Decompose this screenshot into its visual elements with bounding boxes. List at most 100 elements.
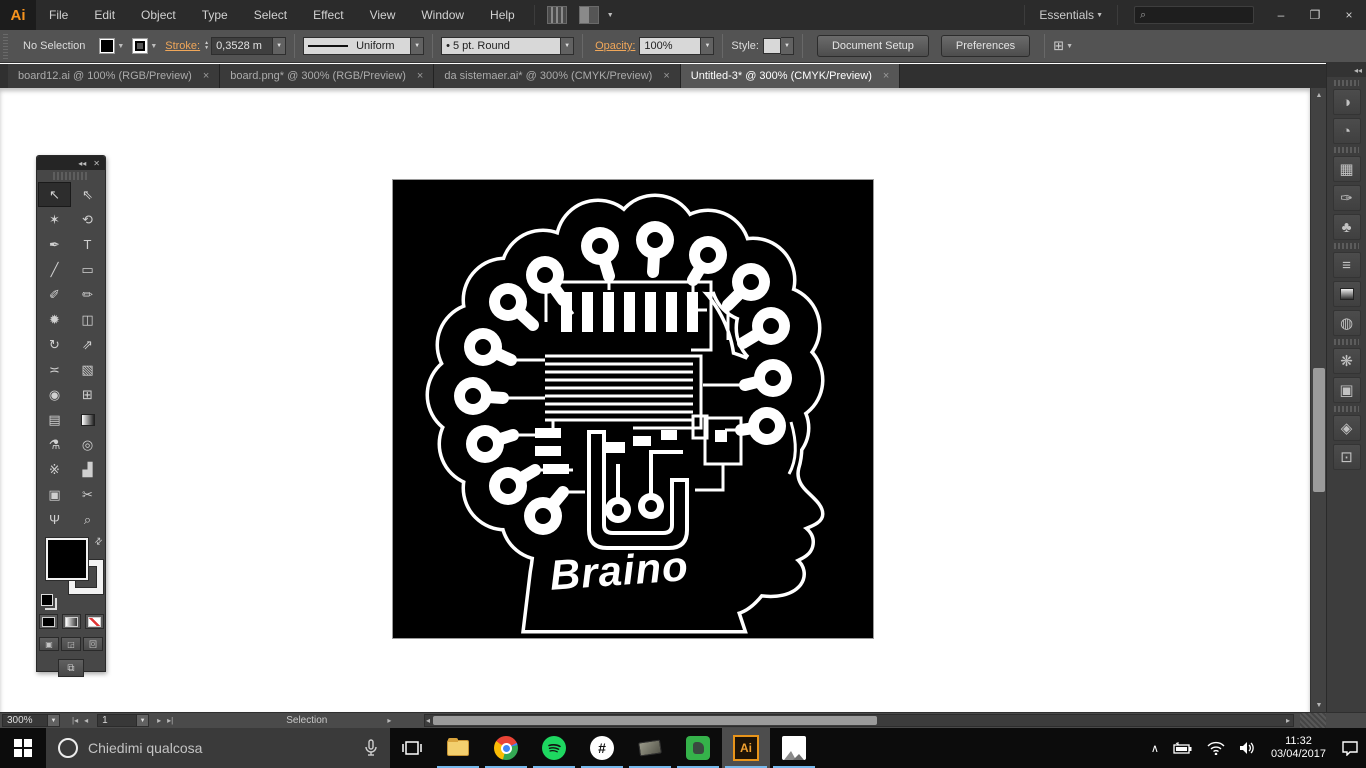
artboard-tool[interactable]: ▣ bbox=[38, 482, 71, 507]
first-artboard-button[interactable]: |◂ bbox=[72, 716, 78, 725]
zoom-dropdown[interactable]: ▼ bbox=[48, 714, 60, 727]
taskbar-app-evernote[interactable] bbox=[674, 728, 722, 768]
restore-button[interactable]: ❐ bbox=[1298, 4, 1332, 26]
color-button[interactable] bbox=[38, 614, 58, 629]
menu-file[interactable]: File bbox=[36, 0, 81, 30]
symbols-panel-icon[interactable]: ♣ bbox=[1332, 214, 1361, 240]
horizontal-scroll-thumb[interactable] bbox=[433, 716, 877, 725]
wifi-icon[interactable] bbox=[1200, 728, 1232, 768]
stroke-panel-link[interactable]: Stroke: bbox=[165, 40, 200, 52]
menu-view[interactable]: View bbox=[357, 0, 409, 30]
scale-tool[interactable]: ⇗ bbox=[71, 332, 104, 357]
menu-select[interactable]: Select bbox=[241, 0, 300, 30]
brush-definition-select[interactable]: • 5 pt. Round bbox=[441, 37, 562, 55]
fill-proxy-swatch[interactable] bbox=[46, 538, 88, 580]
shape-builder-tool[interactable]: ◉ bbox=[38, 382, 71, 407]
width-tool[interactable]: ≍ bbox=[38, 357, 71, 382]
color-guide-panel-icon[interactable]: ◔ bbox=[1332, 118, 1361, 144]
blob-brush-tool[interactable]: ✹ bbox=[38, 307, 71, 332]
start-button[interactable] bbox=[0, 728, 46, 768]
stroke-panel-icon[interactable]: ≡ bbox=[1332, 252, 1361, 278]
zoom-level-field[interactable]: 300% bbox=[2, 714, 48, 727]
gradient-tool[interactable] bbox=[71, 407, 104, 432]
status-pane-arrow[interactable]: ▸ bbox=[387, 716, 391, 725]
zoom-tool[interactable]: ⌕ bbox=[71, 507, 104, 532]
workspace-switcher[interactable]: Essentials ▼ bbox=[1039, 8, 1103, 22]
artboard-dropdown[interactable]: ▼ bbox=[137, 714, 150, 727]
style-dropdown[interactable]: ▼ bbox=[780, 37, 794, 55]
artboard-number-field[interactable]: 1 bbox=[97, 714, 138, 727]
draw-normal-button[interactable]: ▣ bbox=[39, 637, 59, 651]
opacity-field[interactable]: 100% bbox=[639, 37, 702, 55]
width-profile-select[interactable]: Uniform bbox=[303, 37, 412, 55]
battery-icon[interactable] bbox=[1166, 728, 1200, 768]
appearance-panel-icon[interactable]: ❋ bbox=[1332, 348, 1361, 374]
close-icon[interactable]: × bbox=[663, 70, 669, 82]
menu-object[interactable]: Object bbox=[128, 0, 189, 30]
taskbar-app-photos[interactable] bbox=[770, 728, 818, 768]
menu-type[interactable]: Type bbox=[189, 0, 241, 30]
screen-mode-button[interactable]: ⧉ bbox=[58, 659, 84, 677]
scroll-up-arrow[interactable]: ▲ bbox=[1311, 88, 1327, 102]
horizontal-scrollbar[interactable]: ◂ ▸ bbox=[424, 714, 1294, 727]
opacity-panel-link[interactable]: Opacity: bbox=[595, 40, 635, 52]
layers-panel-icon[interactable]: ◈ bbox=[1332, 415, 1361, 441]
align-glyphs-icon[interactable]: ⊞ bbox=[1053, 38, 1064, 54]
expand-panels-icon[interactable]: ◂◂ bbox=[1354, 66, 1362, 75]
mesh-tool[interactable]: ▤ bbox=[38, 407, 71, 432]
type-tool[interactable]: T bbox=[71, 232, 104, 257]
tab-board12[interactable]: board12.ai @ 100% (RGB/Preview) × bbox=[8, 64, 221, 88]
magic-wand-tool[interactable]: ✶ bbox=[38, 207, 71, 232]
tab-board-png[interactable]: board.png* @ 300% (RGB/Preview) × bbox=[220, 64, 435, 88]
line-segment-tool[interactable]: ╱ bbox=[38, 257, 71, 282]
free-transform-tool[interactable]: ▧ bbox=[71, 357, 104, 382]
taskbar-app-utility[interactable] bbox=[626, 728, 674, 768]
artboard[interactable]: Braino bbox=[392, 179, 874, 639]
next-artboard-button[interactable]: ▸ bbox=[157, 716, 161, 725]
paintbrush-tool[interactable]: ✐ bbox=[38, 282, 71, 307]
direct-selection-tool[interactable]: ⇖ bbox=[71, 182, 104, 207]
brushes-panel-icon[interactable]: ✑ bbox=[1332, 185, 1361, 211]
close-icon[interactable]: × bbox=[883, 70, 889, 82]
minimize-button[interactable]: – bbox=[1264, 4, 1298, 26]
opacity-dropdown[interactable]: ▼ bbox=[701, 37, 715, 55]
stroke-weight-stepper[interactable]: ▲ ▼ bbox=[204, 41, 209, 51]
task-view-button[interactable] bbox=[390, 728, 434, 768]
close-icon[interactable]: × bbox=[417, 70, 423, 82]
gradient-panel-icon[interactable] bbox=[1332, 281, 1361, 307]
cortana-search-box[interactable]: Chiedimi qualcosa bbox=[46, 728, 390, 768]
draw-behind-button[interactable]: ◲ bbox=[61, 637, 81, 651]
slice-tool[interactable]: ✂ bbox=[71, 482, 104, 507]
menu-help[interactable]: Help bbox=[477, 0, 528, 30]
fill-color-control[interactable]: ▼ bbox=[99, 38, 124, 54]
close-button[interactable]: × bbox=[1332, 4, 1366, 26]
taskbar-clock[interactable]: 11:32 03/04/2017 bbox=[1263, 728, 1334, 768]
dock-header[interactable]: ◂◂ bbox=[1327, 63, 1366, 77]
microphone-icon[interactable] bbox=[364, 739, 378, 757]
rectangle-tool[interactable]: ▭ bbox=[71, 257, 104, 282]
tab-da-sistemaer[interactable]: da sistemaer.ai* @ 300% (CMYK/Preview) × bbox=[434, 64, 681, 88]
eraser-tool[interactable]: ◫ bbox=[71, 307, 104, 332]
hand-tool[interactable]: Ψ bbox=[38, 507, 71, 532]
blend-tool[interactable]: ◎ bbox=[71, 432, 104, 457]
rotate-tool[interactable]: ↻ bbox=[38, 332, 71, 357]
previous-artboard-button[interactable]: ◂ bbox=[84, 716, 88, 725]
style-swatch[interactable] bbox=[762, 38, 781, 54]
arrange-documents-button[interactable]: ▼ bbox=[573, 6, 614, 24]
scroll-down-arrow[interactable]: ▼ bbox=[1311, 698, 1327, 712]
menu-effect[interactable]: Effect bbox=[300, 0, 356, 30]
stroke-weight-field[interactable]: 0,3528 m bbox=[211, 37, 274, 55]
collapse-panel-icon[interactable]: ◂◂ bbox=[78, 159, 86, 168]
vertical-scroll-thumb[interactable] bbox=[1313, 368, 1325, 492]
close-icon[interactable]: × bbox=[203, 70, 209, 82]
preferences-button[interactable]: Preferences bbox=[940, 35, 1031, 57]
stroke-color-control[interactable]: ▼ bbox=[132, 38, 157, 54]
tab-untitled-3[interactable]: Untitled-3* @ 300% (CMYK/Preview) × bbox=[680, 64, 901, 88]
menu-edit[interactable]: Edit bbox=[81, 0, 128, 30]
none-button[interactable] bbox=[84, 614, 104, 629]
menu-window[interactable]: Window bbox=[408, 0, 477, 30]
gradient-button[interactable] bbox=[61, 614, 81, 629]
taskbar-app-illustrator[interactable]: Ai bbox=[722, 728, 770, 768]
go-to-bridge-icon[interactable] bbox=[546, 6, 567, 24]
taskbar-app-file-explorer[interactable] bbox=[434, 728, 482, 768]
